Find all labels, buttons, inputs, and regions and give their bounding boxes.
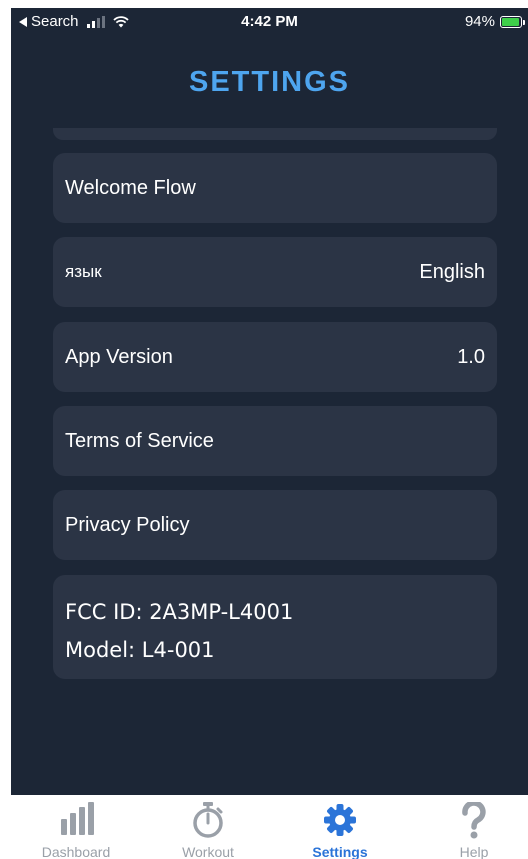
terms-of-service-label: Terms of Service: [65, 429, 214, 452]
gear-icon: [324, 804, 356, 836]
status-bar: Search 4:42 PM 94%: [11, 8, 528, 36]
battery-percent: 94%: [464, 13, 495, 30]
page-title: SETTINGS: [188, 66, 350, 98]
tab-help-label: Help: [459, 844, 489, 859]
tab-bar: Dashboard Workout Settings Help: [0, 795, 528, 859]
tab-help[interactable]: Help: [419, 795, 528, 859]
tab-settings-label: Settings: [312, 844, 368, 859]
tab-dashboard-label: Dashboard: [41, 844, 111, 859]
tab-workout[interactable]: Workout: [153, 795, 263, 859]
battery-status: 94%: [464, 13, 525, 30]
language-label: язык: [65, 262, 102, 281]
settings-screen: Search 4:42 PM 94% SETTINGS Welcome Flow…: [11, 8, 528, 795]
stopwatch-icon: [193, 802, 223, 838]
model-text: Model: L4-001: [65, 638, 215, 662]
bar-chart-icon: [61, 802, 94, 835]
question-mark-icon: [462, 802, 486, 839]
battery-icon: [500, 15, 525, 28]
language-row[interactable]: язык English: [53, 237, 497, 307]
status-time: 4:42 PM: [241, 13, 298, 30]
language-value: English: [419, 260, 485, 283]
privacy-policy-row[interactable]: Privacy Policy: [53, 490, 497, 560]
welcome-flow-row[interactable]: Welcome Flow: [53, 153, 497, 223]
tab-settings[interactable]: Settings: [285, 795, 395, 859]
terms-of-service-row[interactable]: Terms of Service: [53, 406, 497, 476]
tab-dashboard[interactable]: Dashboard: [21, 795, 131, 859]
tab-workout-label: Workout: [182, 844, 234, 859]
partially-hidden-row: [53, 128, 497, 140]
fcc-id-text: FCC ID: 2A3MP-L4001: [65, 600, 294, 624]
device-info-card: FCC ID: 2A3MP-L4001 Model: L4-001: [53, 575, 497, 679]
app-version-value: 1.0: [457, 345, 485, 368]
privacy-policy-label: Privacy Policy: [65, 513, 190, 536]
app-version-row: App Version 1.0: [53, 322, 497, 392]
app-version-label: App Version: [65, 345, 173, 368]
welcome-flow-label: Welcome Flow: [65, 176, 196, 199]
